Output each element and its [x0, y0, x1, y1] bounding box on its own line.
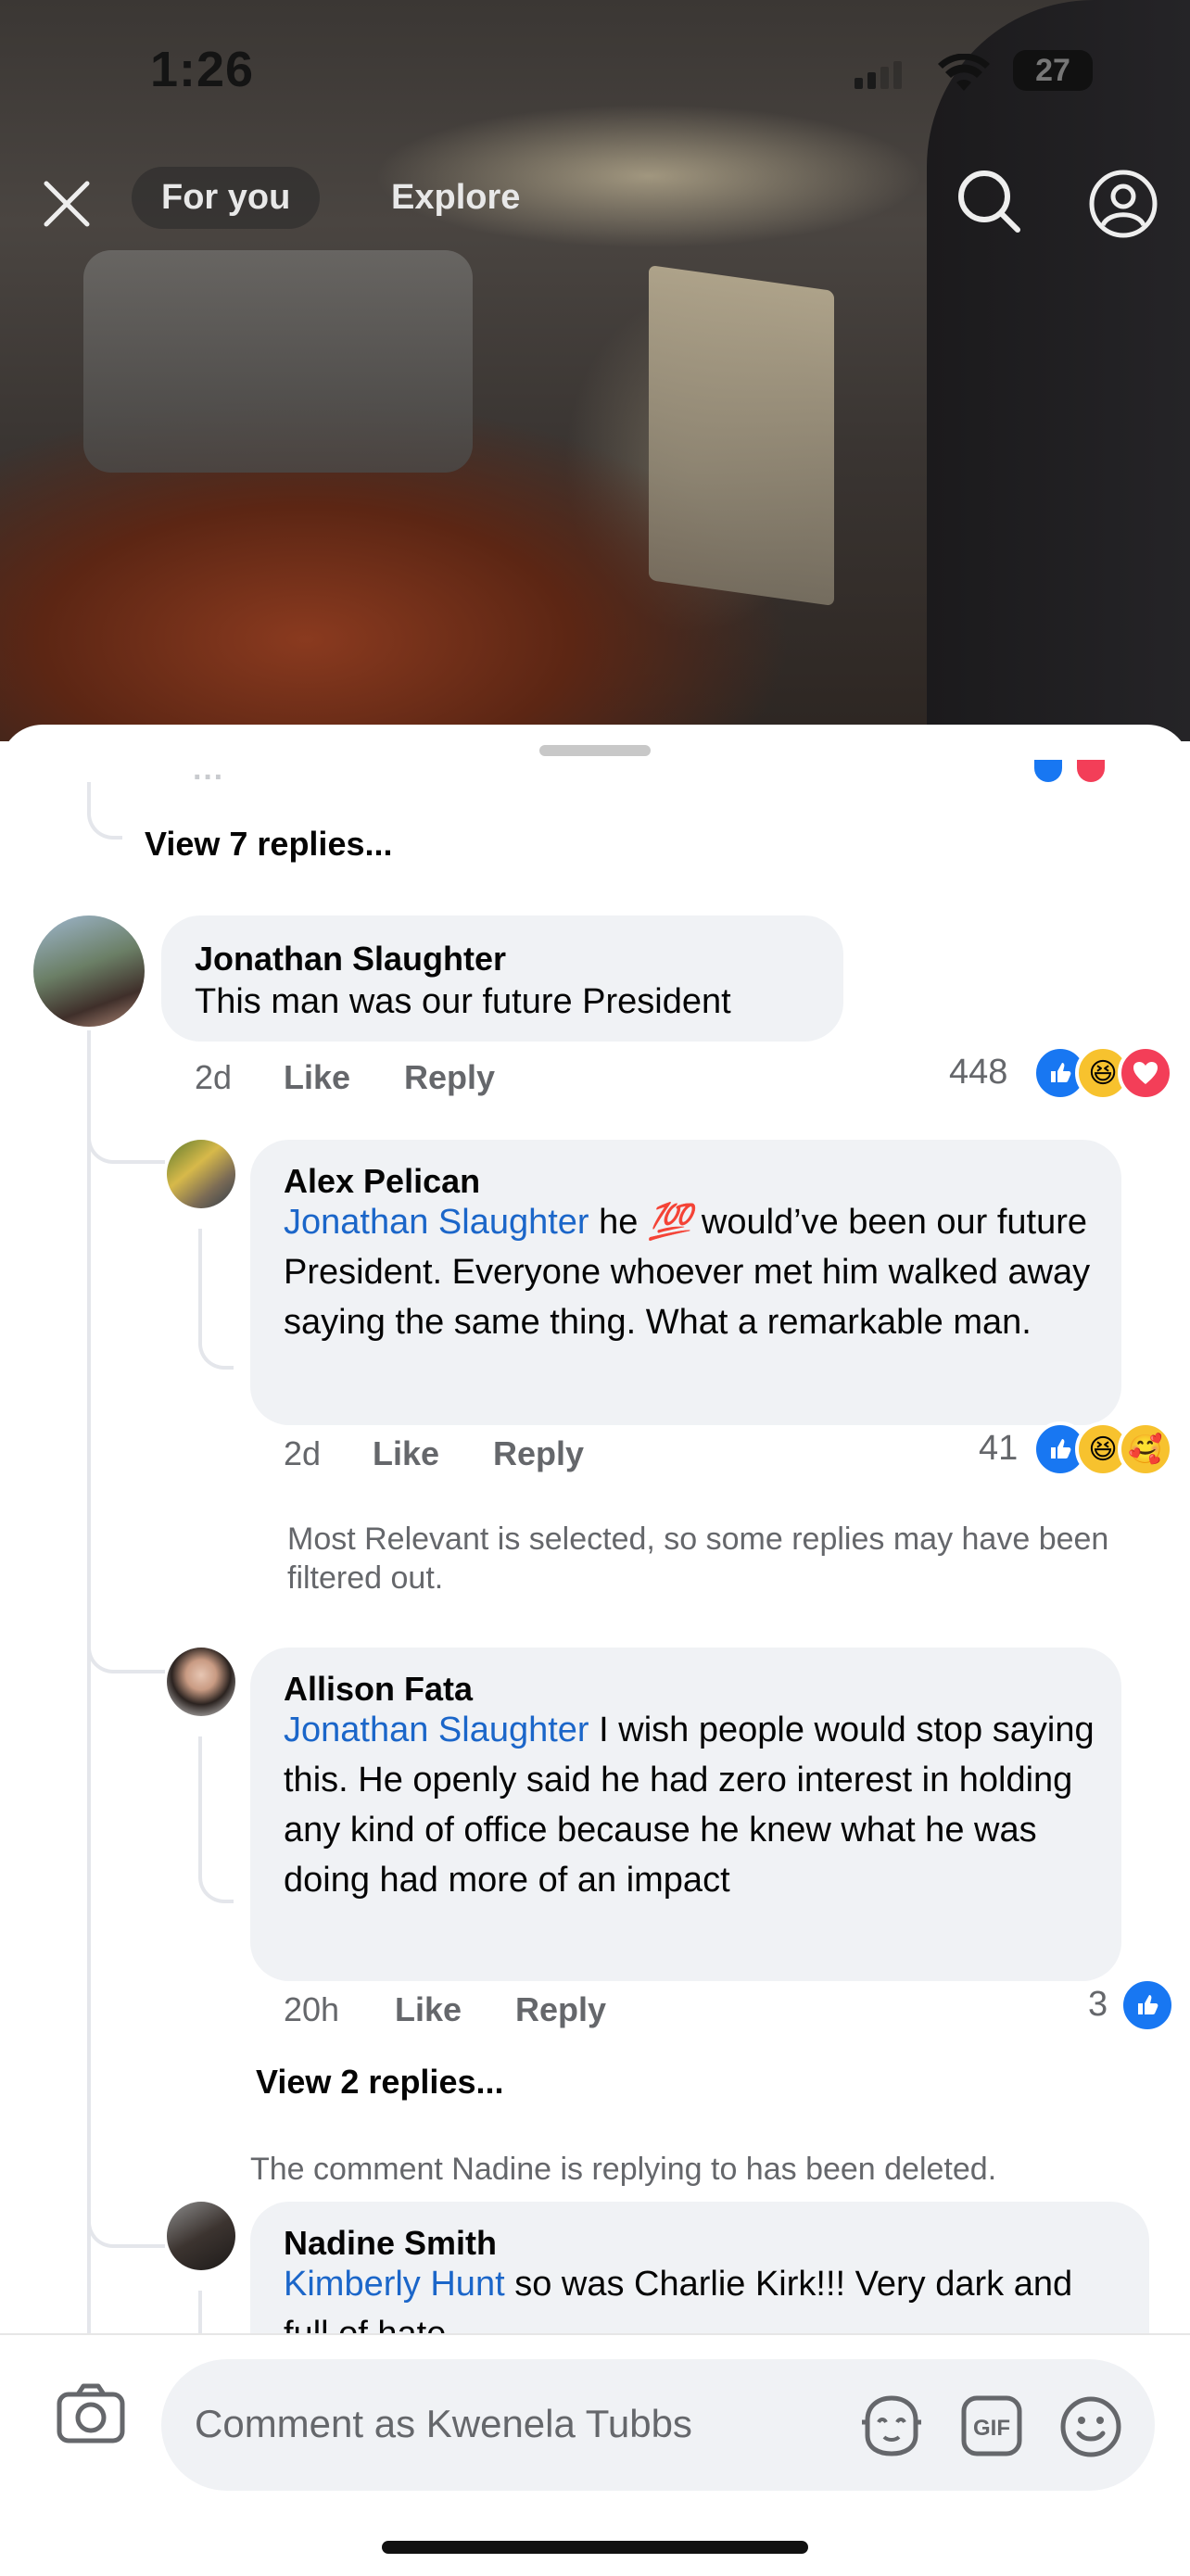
video-panel: [649, 264, 834, 607]
mention-link[interactable]: Kimberly Hunt: [284, 2265, 505, 2304]
comment-time: 2d: [195, 1058, 233, 1096]
love-reaction-icon: [1118, 1045, 1173, 1101]
thread-connector: [198, 1292, 234, 1370]
clipped-previous-meta: ···: [193, 760, 260, 795]
comment-placeholder: Comment as Kwenela Tubbs: [195, 2402, 692, 2445]
comment-input[interactable]: Comment as Kwenela Tubbs GIF: [161, 2359, 1155, 2491]
reply-button[interactable]: Reply: [404, 1058, 495, 1097]
avatar[interactable]: [167, 2202, 235, 2270]
like-button[interactable]: Like: [373, 1434, 439, 1473]
view-replies-link[interactable]: View 7 replies...: [145, 825, 393, 864]
reply-bubble[interactable]: Allison Fata Jonathan Slaughter I wish p…: [250, 1648, 1121, 1981]
avatar[interactable]: [33, 915, 145, 1027]
reaction-count[interactable]: 448: [949, 1053, 1007, 1092]
thread-connector: [87, 2207, 165, 2248]
thread-connector: [87, 1633, 165, 1673]
reply-time: 2d: [284, 1434, 322, 1472]
reaction-count[interactable]: 3: [1088, 1985, 1108, 2025]
gif-icon[interactable]: GIF: [960, 2394, 1023, 2462]
reply-text: Jonathan Slaughter he 💯 would’ve been ou…: [284, 1197, 1099, 1347]
status-bar: 1:26 27: [0, 35, 1190, 109]
cellular-signal-icon: [855, 61, 906, 89]
camera-icon[interactable]: [56, 2381, 126, 2449]
svg-text:GIF: GIF: [973, 2416, 1010, 2441]
tab-explore[interactable]: Explore: [391, 178, 520, 218]
home-indicator[interactable]: [382, 2541, 808, 2554]
clipped-previous-reaction: [1034, 760, 1062, 782]
avatar[interactable]: [167, 1140, 235, 1208]
view-replies-link[interactable]: View 2 replies...: [256, 2063, 504, 2102]
reply-text-part: he: [589, 1203, 648, 1242]
top-navigation: For you Explore: [0, 167, 1190, 241]
comment-text: This man was our future President: [195, 982, 731, 1021]
reply-author[interactable]: Alex Pelican: [284, 1162, 480, 1201]
clipped-previous-reaction: [1077, 760, 1105, 782]
comment-composer: Comment as Kwenela Tubbs GIF: [0, 2333, 1190, 2576]
comments-sheet: ··· View 7 replies... Jonathan Slaughter…: [0, 725, 1190, 2574]
status-time: 1:26: [150, 42, 255, 97]
reply-text: Jonathan Slaughter I wish people would s…: [284, 1705, 1099, 1905]
battery-indicator: 27: [1013, 50, 1093, 91]
reply-author[interactable]: Nadine Smith: [284, 2224, 497, 2263]
mention-link[interactable]: Jonathan Slaughter: [284, 1711, 589, 1749]
avatar-sticker-icon[interactable]: [858, 2394, 925, 2462]
wifi-icon: [936, 53, 992, 99]
reply-button[interactable]: Reply: [515, 1990, 606, 2029]
video-background[interactable]: [0, 0, 1190, 741]
deleted-notice: The comment Nadine is replying to has be…: [250, 2152, 997, 2187]
thread-connector: [87, 782, 122, 840]
video-person: [927, 0, 1190, 741]
reply-time: 20h: [284, 1990, 340, 2028]
emoji-icon[interactable]: [1058, 2394, 1123, 2464]
profile-icon[interactable]: [1086, 167, 1160, 246]
comment-bubble[interactable]: Jonathan Slaughter This man was our futu…: [161, 915, 843, 1042]
reaction-count[interactable]: 41: [979, 1429, 1018, 1469]
sheet-grabber[interactable]: [539, 745, 651, 756]
video-car-window: [83, 250, 473, 473]
tab-for-you[interactable]: For you: [132, 167, 321, 229]
reply-bubble[interactable]: Alex Pelican Jonathan Slaughter he 💯 wou…: [250, 1140, 1121, 1425]
like-button[interactable]: Like: [395, 1990, 462, 2029]
hundred-emoji: 💯: [647, 1203, 692, 1242]
thread-connector: [198, 1827, 234, 1903]
thread-connector: [87, 1123, 165, 1164]
filter-notice: Most Relevant is selected, so some repli…: [287, 1522, 1109, 1596]
close-icon[interactable]: [39, 176, 95, 232]
search-icon[interactable]: [955, 167, 1025, 242]
reply-author[interactable]: Allison Fata: [284, 1670, 473, 1709]
mention-link[interactable]: Jonathan Slaughter: [284, 1203, 589, 1242]
care-reaction-icon: 🥰: [1118, 1421, 1173, 1477]
like-button[interactable]: Like: [284, 1058, 350, 1097]
reply-button[interactable]: Reply: [493, 1434, 584, 1473]
comment-author[interactable]: Jonathan Slaughter: [195, 940, 506, 979]
avatar[interactable]: [167, 1648, 235, 1716]
like-reaction-icon: [1120, 1977, 1175, 2033]
